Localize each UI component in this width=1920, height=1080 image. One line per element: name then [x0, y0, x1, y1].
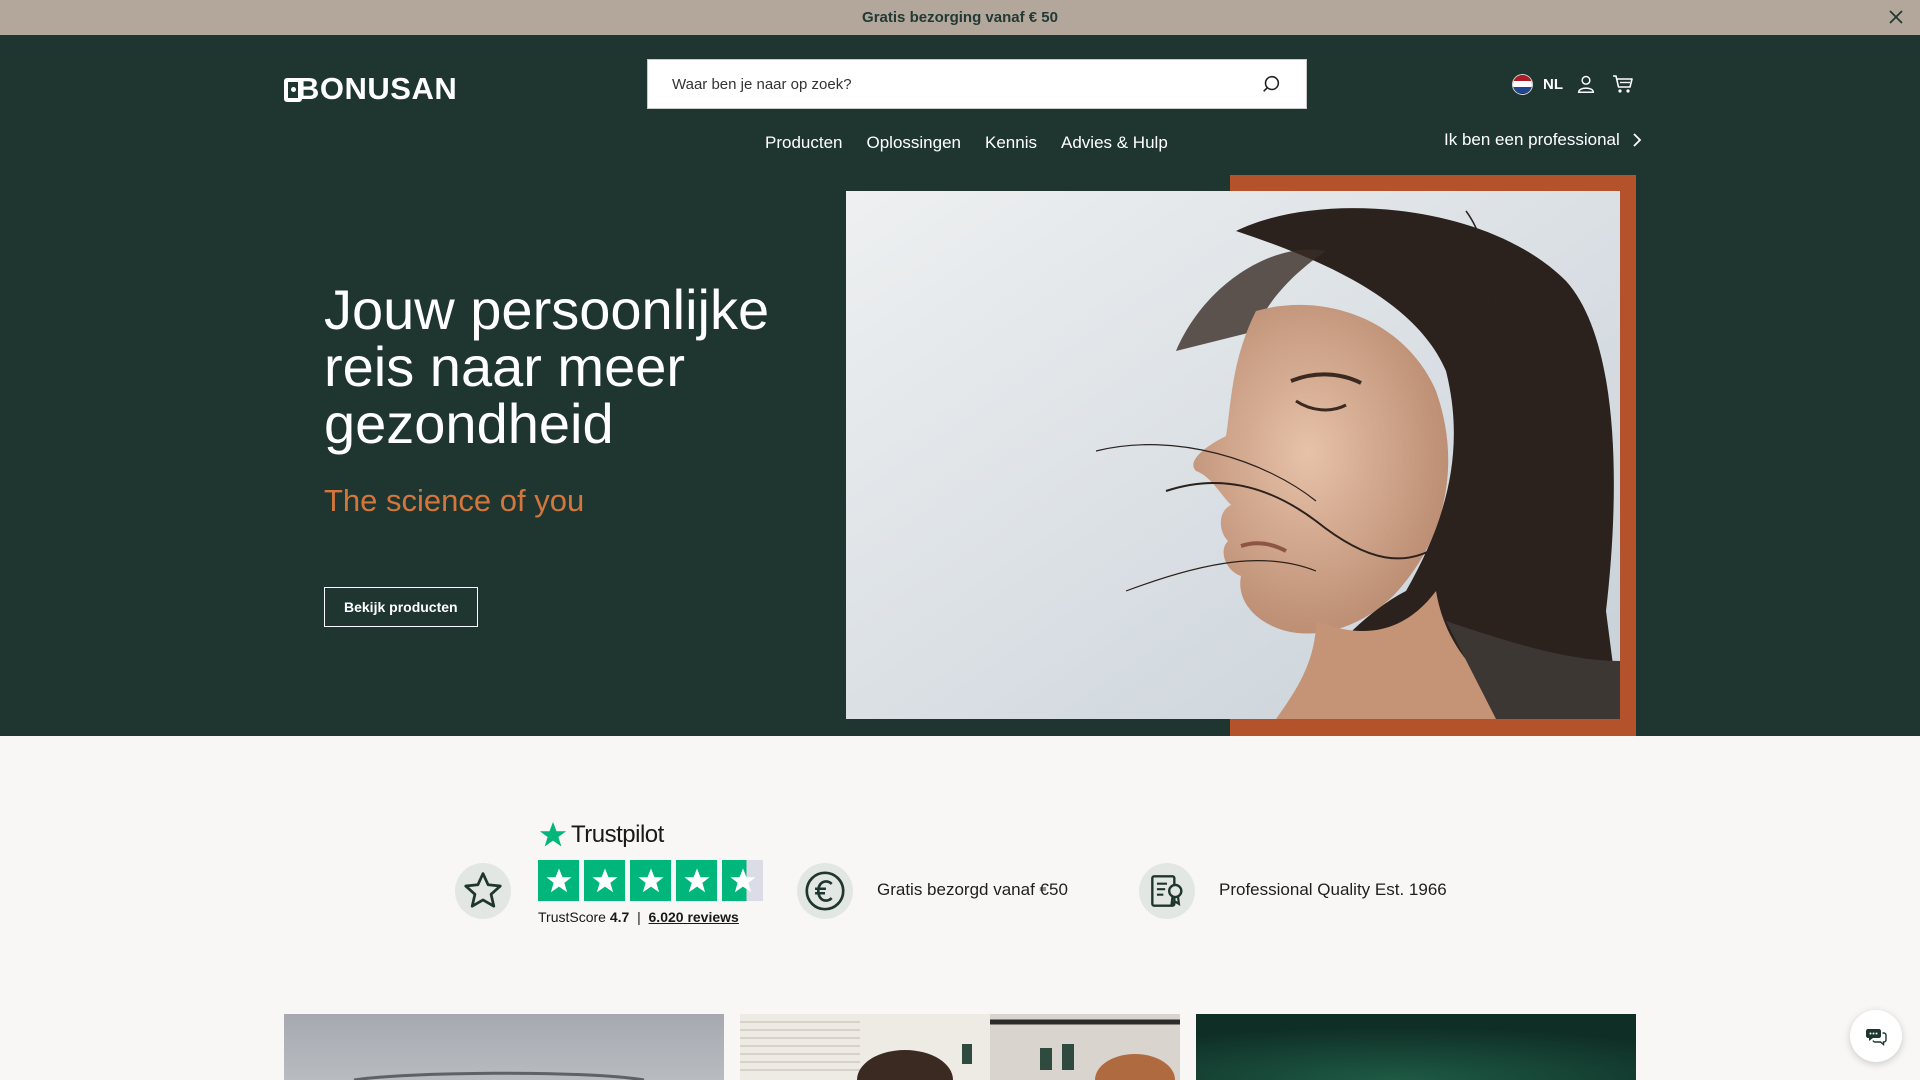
- view-products-button[interactable]: Bekijk producten: [324, 587, 478, 627]
- language-selector[interactable]: NL: [1543, 76, 1563, 93]
- hero-title: Jouw persoonlijke reis naar meer gezondh…: [324, 278, 770, 455]
- header-hero-section: BONUSAN NL Producten Oplossingen Kennis …: [0, 35, 1920, 736]
- hero-image: [846, 191, 1620, 719]
- close-icon[interactable]: [1884, 5, 1908, 29]
- rating-star-icon: [584, 860, 625, 901]
- professional-link-label: Ik ben een professional: [1444, 130, 1620, 149]
- chevron-right-icon: [1633, 133, 1642, 147]
- cart-icon[interactable]: [1611, 72, 1635, 96]
- category-card[interactable]: [1196, 1014, 1636, 1080]
- usp-euro-badge: [797, 863, 853, 919]
- nav-item-advies-hulp[interactable]: Advies & Hulp: [1061, 133, 1168, 153]
- star-icon: [464, 872, 502, 908]
- trustpilot-logo[interactable]: Trustpilot: [538, 820, 664, 850]
- euro-coin-icon: [805, 871, 845, 911]
- announcement-bar: Gratis bezorging vanaf € 50: [0, 0, 1920, 35]
- search-input[interactable]: [672, 75, 1260, 93]
- netherlands-flag-icon[interactable]: [1512, 73, 1533, 95]
- certificate-icon: [1151, 875, 1183, 907]
- logo-text: BONUSAN: [297, 71, 458, 106]
- trustpilot-wordmark: Trustpilot: [571, 821, 664, 848]
- logo-mark-icon: [284, 78, 302, 102]
- search-bar: [647, 59, 1307, 109]
- hero-subtitle: The science of you: [324, 483, 585, 518]
- trustpilot-rating-stars: [538, 860, 763, 901]
- trustscore-label: TrustScore: [538, 909, 606, 925]
- chat-button[interactable]: [1850, 1010, 1902, 1062]
- reviews-link[interactable]: 6.020 reviews: [649, 909, 739, 925]
- nav-item-producten[interactable]: Producten: [765, 133, 843, 153]
- trustscore-separator: |: [633, 909, 645, 925]
- category-card[interactable]: [740, 1014, 1180, 1080]
- chat-icon: [1866, 1029, 1887, 1046]
- trustscore-line: TrustScore 4.7 | 6.020 reviews: [538, 909, 739, 925]
- logo[interactable]: BONUSAN: [284, 71, 457, 107]
- nav-item-kennis[interactable]: Kennis: [985, 133, 1037, 153]
- trustscore-value: 4.7: [609, 909, 630, 925]
- professional-link[interactable]: Ik ben een professional: [1444, 130, 1642, 150]
- usp-shipping-text: Gratis bezorgd vanaf €50: [877, 880, 1068, 899]
- trustpilot-star-icon: [539, 821, 567, 847]
- rating-star-icon: [630, 860, 671, 901]
- search-icon[interactable]: [1260, 73, 1282, 95]
- rating-star-partial-icon: [722, 860, 763, 901]
- usp-quality-badge: [1139, 863, 1195, 919]
- usp-star-badge: [455, 863, 511, 919]
- user-icon[interactable]: [1575, 73, 1597, 95]
- main-nav: Producten Oplossingen Kennis Advies & Hu…: [765, 133, 1168, 153]
- nav-item-oplossingen[interactable]: Oplossingen: [867, 133, 962, 153]
- announcement-text: Gratis bezorging vanaf € 50: [862, 9, 1058, 26]
- rating-star-icon: [538, 860, 579, 901]
- usp-quality-text: Professional Quality Est. 1966: [1219, 880, 1447, 899]
- category-card[interactable]: [284, 1014, 724, 1080]
- rating-star-icon: [676, 860, 717, 901]
- header-utilities: NL: [1512, 72, 1635, 96]
